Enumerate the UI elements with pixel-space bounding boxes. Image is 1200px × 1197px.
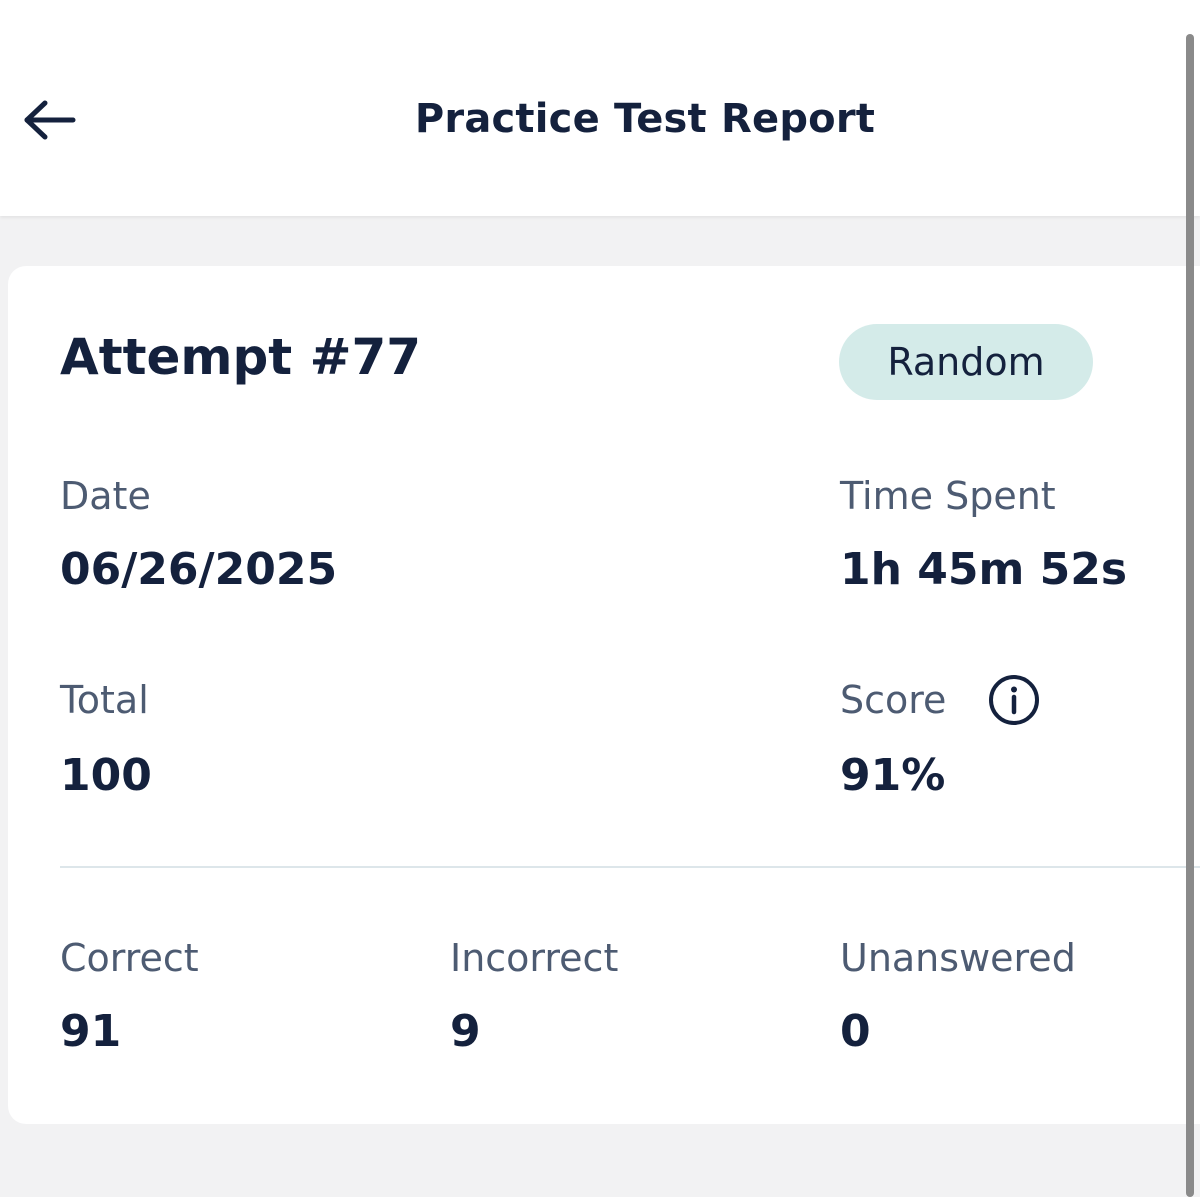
- mode-badge: Random: [839, 324, 1093, 400]
- date-value: 06/26/2025: [60, 544, 338, 595]
- time-spent-label: Time Spent: [840, 474, 1056, 518]
- total-label: Total: [60, 678, 149, 722]
- incorrect-value: 9: [450, 1006, 481, 1057]
- unanswered-value: 0: [840, 1006, 871, 1057]
- correct-label: Correct: [60, 936, 199, 980]
- info-icon[interactable]: [988, 674, 1040, 726]
- incorrect-label: Incorrect: [450, 936, 619, 980]
- scrollbar[interactable]: [1186, 34, 1194, 1197]
- top-app-bar: Practice Test Report: [0, 0, 1200, 216]
- attempt-report-card: Attempt #77 Random Date 06/26/2025 Time …: [8, 266, 1200, 1124]
- attempt-title: Attempt #77: [60, 328, 422, 386]
- date-label: Date: [60, 474, 151, 518]
- score-value: 91%: [840, 750, 946, 801]
- divider: [60, 866, 1200, 868]
- unanswered-label: Unanswered: [840, 936, 1076, 980]
- score-label: Score: [840, 678, 947, 722]
- time-spent-value: 1h 45m 52s: [840, 544, 1128, 595]
- page-title: Practice Test Report: [414, 96, 876, 142]
- total-value: 100: [60, 750, 152, 801]
- correct-value: 91: [60, 1006, 122, 1057]
